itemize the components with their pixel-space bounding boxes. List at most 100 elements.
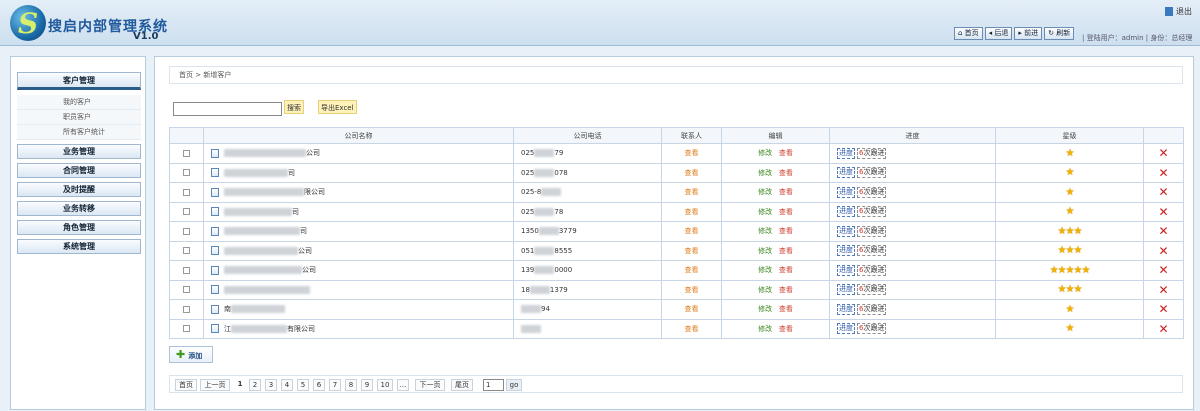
delete-icon[interactable]: ✕ — [1158, 244, 1168, 258]
progress-link[interactable]: 进度 — [837, 186, 855, 198]
edit-link[interactable]: 修改 — [758, 286, 772, 294]
follow-up-link[interactable]: 6次跟进 — [857, 245, 887, 257]
row-checkbox[interactable] — [183, 266, 190, 274]
pager-prev[interactable]: 上一页 — [200, 379, 230, 391]
view-link[interactable]: 查看 — [779, 149, 793, 157]
sidebar-menu-system[interactable]: 系统管理 — [17, 239, 141, 254]
export-excel-button[interactable]: 导出Excel — [318, 100, 357, 114]
follow-up-link[interactable]: 6次跟进 — [857, 147, 887, 159]
edit-link[interactable]: 修改 — [758, 325, 772, 333]
edit-link[interactable]: 修改 — [758, 227, 772, 235]
delete-icon[interactable]: ✕ — [1158, 263, 1168, 277]
back-button[interactable]: ◂ 后退 — [984, 27, 1013, 40]
company-name-cell[interactable]: 司 — [203, 162, 514, 183]
home-button[interactable]: ⌂ 首页 — [954, 27, 983, 40]
view-contact-link[interactable]: 查看 — [685, 266, 699, 274]
view-link[interactable]: 查看 — [779, 169, 793, 177]
row-checkbox[interactable] — [183, 169, 190, 177]
progress-link[interactable]: 进度 — [837, 147, 855, 159]
view-contact-link[interactable]: 查看 — [685, 286, 699, 294]
follow-up-link[interactable]: 6次跟进 — [857, 167, 887, 179]
row-checkbox[interactable] — [183, 149, 190, 157]
sidebar-menu-reminders[interactable]: 及时提醒 — [17, 182, 141, 197]
pager-page[interactable]: 10 — [377, 379, 393, 391]
follow-up-link[interactable]: 6次跟进 — [857, 303, 887, 315]
company-name-cell[interactable]: 南 — [203, 299, 514, 320]
delete-icon[interactable]: ✕ — [1158, 166, 1168, 180]
company-name-cell[interactable]: 司 — [203, 201, 514, 222]
view-link[interactable]: 查看 — [779, 266, 793, 274]
progress-link[interactable]: 进度 — [837, 167, 855, 179]
pager-page[interactable]: 7 — [329, 379, 341, 391]
company-name-cell[interactable]: 公司 — [203, 143, 514, 164]
follow-up-link[interactable]: 6次跟进 — [857, 323, 887, 335]
view-contact-link[interactable]: 查看 — [685, 227, 699, 235]
view-contact-link[interactable]: 查看 — [685, 247, 699, 255]
pager-page-current[interactable]: 1 — [234, 379, 246, 391]
pager-page[interactable]: 4 — [281, 379, 293, 391]
pager-page[interactable]: 8 — [345, 379, 357, 391]
delete-icon[interactable]: ✕ — [1158, 283, 1168, 297]
company-name-cell[interactable]: 司 — [203, 221, 514, 242]
row-checkbox[interactable] — [183, 247, 190, 255]
sidebar-item-my-customers[interactable]: 我的客户 — [17, 95, 141, 110]
company-name-cell[interactable] — [203, 279, 514, 300]
edit-link[interactable]: 修改 — [758, 305, 772, 313]
sidebar-item-customer-stats[interactable]: 所有客户统计 — [17, 125, 141, 140]
company-name-cell[interactable]: 限公司 — [203, 182, 514, 203]
edit-link[interactable]: 修改 — [758, 149, 772, 157]
sidebar-menu-customers[interactable]: 客户管理 — [17, 72, 141, 90]
view-link[interactable]: 查看 — [779, 227, 793, 235]
view-contact-link[interactable]: 查看 — [685, 208, 699, 216]
exit-button[interactable]: 退出 — [1165, 6, 1192, 17]
view-link[interactable]: 查看 — [779, 305, 793, 313]
delete-icon[interactable]: ✕ — [1158, 185, 1168, 199]
pager-next[interactable]: 下一页 — [415, 379, 445, 391]
progress-link[interactable]: 进度 — [837, 284, 855, 296]
add-customer-button[interactable]: ✚ 添加 — [169, 346, 213, 363]
row-checkbox[interactable] — [183, 286, 190, 294]
progress-link[interactable]: 进度 — [837, 323, 855, 335]
follow-up-link[interactable]: 6次跟进 — [857, 284, 887, 296]
progress-link[interactable]: 进度 — [837, 245, 855, 257]
progress-link[interactable]: 进度 — [837, 206, 855, 218]
follow-up-link[interactable]: 6次跟进 — [857, 206, 887, 218]
view-link[interactable]: 查看 — [779, 208, 793, 216]
pager-page[interactable]: 5 — [297, 379, 309, 391]
follow-up-link[interactable]: 6次跟进 — [857, 264, 887, 276]
view-link[interactable]: 查看 — [779, 188, 793, 196]
pager-page[interactable]: 9 — [361, 379, 373, 391]
view-contact-link[interactable]: 查看 — [685, 169, 699, 177]
pager-page[interactable]: 2 — [249, 379, 261, 391]
pager-last[interactable]: 尾页 — [451, 379, 473, 391]
view-link[interactable]: 查看 — [779, 286, 793, 294]
view-contact-link[interactable]: 查看 — [685, 188, 699, 196]
sidebar-menu-contracts[interactable]: 合同管理 — [17, 163, 141, 178]
search-button[interactable]: 搜索 — [284, 100, 304, 114]
view-contact-link[interactable]: 查看 — [685, 149, 699, 157]
view-link[interactable]: 查看 — [779, 325, 793, 333]
delete-icon[interactable]: ✕ — [1158, 322, 1168, 336]
sidebar-menu-transfer[interactable]: 业务转移 — [17, 201, 141, 216]
edit-link[interactable]: 修改 — [758, 169, 772, 177]
row-checkbox[interactable] — [183, 188, 190, 196]
row-checkbox[interactable] — [183, 305, 190, 313]
delete-icon[interactable]: ✕ — [1158, 302, 1168, 316]
sidebar-menu-roles[interactable]: 角色管理 — [17, 220, 141, 235]
company-name-cell[interactable]: 公司 — [203, 260, 514, 281]
delete-icon[interactable]: ✕ — [1158, 205, 1168, 219]
company-name-cell[interactable]: 公司 — [203, 240, 514, 261]
forward-button[interactable]: ▸ 前进 — [1014, 27, 1043, 40]
follow-up-link[interactable]: 6次跟进 — [857, 186, 887, 198]
progress-link[interactable]: 进度 — [837, 303, 855, 315]
edit-link[interactable]: 修改 — [758, 188, 772, 196]
follow-up-link[interactable]: 6次跟进 — [857, 225, 887, 237]
delete-icon[interactable]: ✕ — [1158, 146, 1168, 160]
delete-icon[interactable]: ✕ — [1158, 224, 1168, 238]
view-contact-link[interactable]: 查看 — [685, 325, 699, 333]
edit-link[interactable]: 修改 — [758, 247, 772, 255]
progress-link[interactable]: 进度 — [837, 264, 855, 276]
row-checkbox[interactable] — [183, 325, 190, 333]
pager-jump-input[interactable]: 1 — [483, 379, 504, 391]
pager-go-button[interactable]: go — [506, 379, 522, 391]
